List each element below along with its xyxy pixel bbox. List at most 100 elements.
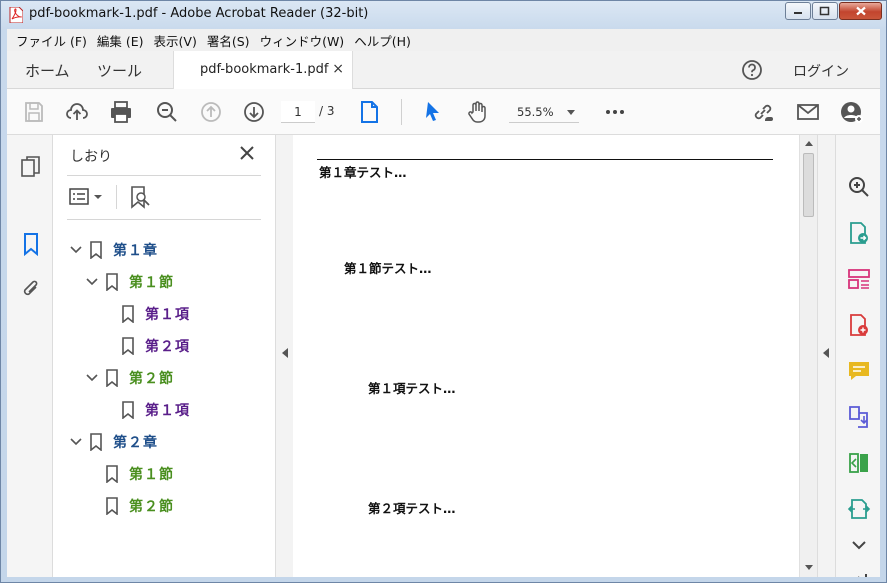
bookmark-item[interactable]: 第２章 bbox=[69, 431, 158, 453]
bookmark-options-icon[interactable] bbox=[69, 187, 105, 207]
scroll-down-icon[interactable] bbox=[805, 565, 813, 570]
create-pdf-icon[interactable] bbox=[847, 313, 871, 337]
tab-home[interactable]: ホーム bbox=[25, 60, 70, 81]
organize-pages-icon[interactable] bbox=[847, 267, 871, 291]
vertical-scrollbar[interactable] bbox=[799, 135, 817, 577]
bookmark-label: 第１節 bbox=[129, 275, 174, 291]
minimize-icon bbox=[794, 12, 802, 14]
bookmark-item[interactable]: 第２項 bbox=[121, 335, 190, 357]
bookmarks-panel-title: しおり bbox=[70, 149, 112, 165]
bookmark-item[interactable]: 第１項 bbox=[121, 303, 190, 325]
restore-icon bbox=[819, 6, 830, 16]
collapse-left-icon[interactable] bbox=[282, 348, 288, 358]
chevron-down-icon[interactable] bbox=[85, 275, 99, 289]
toolbar-separator bbox=[401, 99, 402, 125]
doc-line-item: 第１項テスト… bbox=[368, 381, 456, 396]
menu-help[interactable]: ヘルプ(H) bbox=[349, 31, 416, 50]
bookmark-item[interactable]: 第１節 bbox=[85, 271, 174, 293]
menu-file[interactable]: ファイル (F) bbox=[11, 31, 92, 50]
minimize-button[interactable] bbox=[785, 2, 811, 20]
maximize-button[interactable] bbox=[812, 2, 838, 20]
bookmark-icon bbox=[122, 401, 134, 419]
bookmark-icon bbox=[122, 337, 134, 355]
bookmark-icon bbox=[122, 305, 134, 323]
chevron-down-icon[interactable] bbox=[85, 371, 99, 385]
toolbar: / 3 55.5% bbox=[7, 89, 880, 135]
share-link-icon[interactable] bbox=[751, 100, 775, 124]
previous-page-icon[interactable] bbox=[199, 100, 223, 124]
email-icon[interactable] bbox=[796, 100, 820, 124]
bookmark-label: 第１項 bbox=[145, 307, 190, 323]
bookmark-item[interactable]: 第１項 bbox=[121, 399, 190, 421]
page-number-input[interactable] bbox=[281, 101, 315, 123]
right-tools-rail bbox=[835, 135, 880, 577]
close-icon[interactable] bbox=[239, 145, 255, 161]
optimize-pdf-icon[interactable] bbox=[847, 497, 871, 521]
doc-line-chapter: 第１章テスト… bbox=[319, 165, 407, 180]
bookmark-item[interactable]: 第２節 bbox=[105, 495, 174, 517]
divider bbox=[67, 175, 261, 176]
chevron-down-icon[interactable] bbox=[69, 243, 83, 257]
cloud-upload-icon[interactable] bbox=[65, 100, 89, 124]
new-bookmark-icon[interactable] bbox=[129, 185, 151, 209]
panel-splitter[interactable] bbox=[275, 135, 293, 577]
save-icon[interactable] bbox=[22, 100, 46, 124]
menu-sign[interactable]: 署名(S) bbox=[202, 31, 255, 50]
bookmark-icon bbox=[106, 497, 118, 515]
scroll-up-icon[interactable] bbox=[805, 141, 813, 146]
menu-edit[interactable]: 編集 (E) bbox=[92, 31, 149, 50]
more-options-icon[interactable] bbox=[603, 100, 627, 124]
right-panel-splitter[interactable] bbox=[817, 135, 835, 577]
chevron-down-icon[interactable] bbox=[69, 435, 83, 449]
zoom-search-icon[interactable] bbox=[155, 100, 179, 124]
zoom-search-icon[interactable] bbox=[847, 175, 871, 199]
page-fit-icon[interactable] bbox=[357, 100, 381, 124]
tab-close-button[interactable]: × bbox=[332, 61, 344, 77]
collapse-panel-icon[interactable] bbox=[847, 569, 871, 577]
bookmark-label: 第２項 bbox=[145, 339, 190, 355]
tab-document[interactable]: pdf-bookmark-1.pdf × bbox=[173, 51, 353, 89]
bookmark-label: 第１項 bbox=[145, 403, 190, 419]
combine-files-icon[interactable] bbox=[847, 405, 871, 429]
chevron-down-icon[interactable] bbox=[847, 533, 871, 557]
print-icon[interactable] bbox=[109, 100, 133, 124]
title-bar[interactable]: pdf-bookmark-1.pdf - Adobe Acrobat Reade… bbox=[1, 1, 886, 29]
account-icon[interactable] bbox=[840, 100, 864, 124]
tab-tools[interactable]: ツール bbox=[97, 60, 142, 81]
zoom-value: 55.5% bbox=[517, 105, 554, 119]
bookmark-item[interactable]: 第２節 bbox=[85, 367, 174, 389]
export-pdf-icon[interactable] bbox=[847, 221, 871, 245]
help-icon[interactable] bbox=[741, 59, 763, 81]
page-total: / 3 bbox=[319, 104, 335, 118]
zoom-dropdown[interactable]: 55.5% bbox=[509, 101, 579, 123]
bookmark-item[interactable]: 第１節 bbox=[105, 463, 174, 485]
window-title: pdf-bookmark-1.pdf - Adobe Acrobat Reade… bbox=[29, 6, 369, 21]
select-cursor-icon[interactable] bbox=[421, 100, 445, 124]
login-button[interactable]: ログイン bbox=[793, 61, 849, 81]
divider bbox=[67, 219, 261, 220]
hand-tool-icon[interactable] bbox=[465, 100, 489, 124]
close-window-button[interactable] bbox=[839, 2, 882, 20]
bookmark-icon bbox=[106, 273, 118, 291]
menu-view[interactable]: 表示(V) bbox=[149, 31, 202, 50]
attachment-icon[interactable] bbox=[20, 277, 42, 301]
chevron-down-icon bbox=[567, 110, 575, 115]
compare-files-icon[interactable] bbox=[847, 451, 871, 475]
page-thumbnails-icon[interactable] bbox=[20, 155, 42, 179]
bookmark-item[interactable]: 第１章 bbox=[69, 239, 158, 261]
close-icon bbox=[855, 6, 866, 16]
app-client: ファイル (F) 編集 (E) 表示(V) 署名(S) ウィンドウ(W) ヘルプ… bbox=[7, 29, 880, 577]
menu-window[interactable]: ウィンドウ(W) bbox=[255, 31, 350, 50]
next-page-icon[interactable] bbox=[242, 100, 266, 124]
document-view[interactable]: 第１章テスト… 第１節テスト… 第１項テスト… 第２項テスト… bbox=[293, 135, 799, 577]
scroll-thumb[interactable] bbox=[803, 153, 814, 217]
expand-right-panel-icon[interactable] bbox=[823, 348, 829, 358]
bookmark-icon[interactable] bbox=[20, 232, 42, 256]
document-rule bbox=[317, 159, 773, 160]
doc-line-item: 第２項テスト… bbox=[368, 501, 456, 516]
comment-icon[interactable] bbox=[847, 359, 871, 383]
tab-document-label: pdf-bookmark-1.pdf bbox=[200, 62, 329, 77]
menu-bar: ファイル (F) 編集 (E) 表示(V) 署名(S) ウィンドウ(W) ヘルプ… bbox=[7, 29, 880, 51]
bookmark-icon bbox=[106, 369, 118, 387]
bookmark-icon bbox=[90, 241, 102, 259]
